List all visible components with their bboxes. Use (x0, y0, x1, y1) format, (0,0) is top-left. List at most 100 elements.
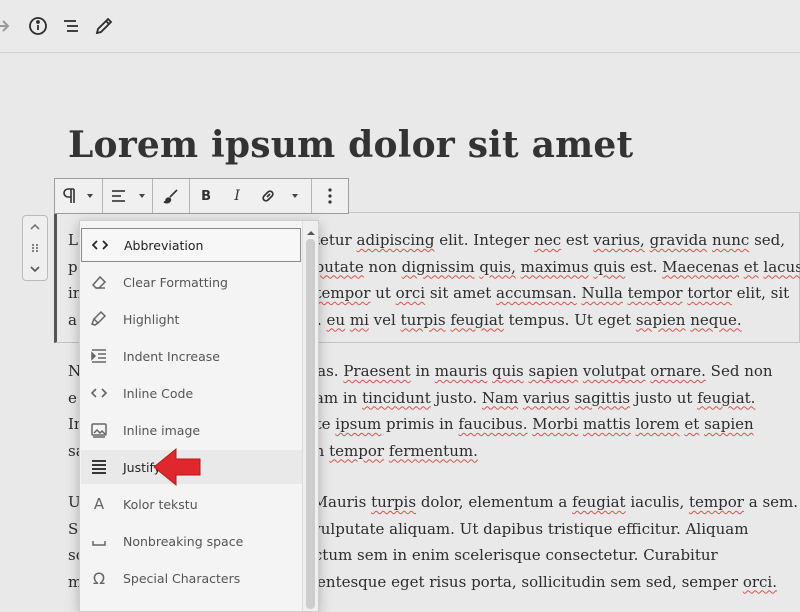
line-text: tempor ut orci sit amet accumsan. Nulla … (315, 284, 790, 302)
misspelled-word: turpis (371, 493, 417, 511)
dropdown-scrollbar[interactable] (302, 221, 318, 611)
misspelled-word: nec (534, 231, 562, 249)
format-dropdown-menu: Abbreviation Clear Formatting Highlight … (79, 220, 319, 612)
misspelled-word: lacus (763, 257, 800, 276)
misspelled-word: sagittis (574, 388, 631, 407)
misspelled-word: tempor (315, 284, 371, 302)
eraser-icon (89, 272, 109, 292)
italic-button[interactable]: I (222, 179, 252, 213)
misspelled-word: faucibus. (458, 415, 528, 433)
block-type-group (55, 179, 103, 213)
menu-item-label: Inline Code (123, 385, 194, 401)
line-text: n tempor fermentum. (314, 441, 478, 460)
misspelled-word: accumsan. (496, 284, 577, 302)
menu-item-abbreviation[interactable]: Abbreviation (81, 228, 301, 262)
menu-item-inline-code[interactable]: Inline Code (81, 376, 301, 410)
style-group (153, 179, 191, 213)
menu-item-label: Clear Formatting (123, 274, 228, 290)
misspelled-word: adipiscing (356, 231, 435, 249)
info-icon[interactable] (26, 14, 50, 38)
brush-icon[interactable] (155, 179, 187, 213)
misspelled-word: mi (349, 310, 369, 329)
misspelled-word: gravida (649, 231, 708, 249)
misspelled-word: sapien (704, 415, 754, 433)
misspelled-word: tortor (687, 284, 732, 302)
justify-icon (89, 457, 109, 477)
misspelled-word: quis, (479, 257, 516, 276)
line-text: . eu mi vel turpis feugiat tempus. Ut eg… (316, 310, 742, 329)
menu-item-clear-formatting[interactable]: Clear Formatting (81, 265, 301, 299)
misspelled-word: tempor (689, 493, 744, 511)
move-up-icon[interactable] (26, 218, 44, 236)
scroll-up-icon[interactable] (306, 223, 316, 235)
menu-item-label: Highlight (123, 311, 180, 327)
line-text: ictum sem in enim scelerisque consectetu… (309, 546, 718, 564)
indent-icon (89, 346, 109, 366)
misspelled-word: maximus (520, 257, 589, 276)
misspelled-word: mattis (583, 415, 631, 433)
menu-item-label: Nonbreaking space (123, 533, 244, 549)
menu-item-label: Indent Increase (123, 348, 220, 364)
bold-button[interactable]: B (190, 179, 222, 213)
block-mover (22, 215, 48, 281)
link-icon[interactable] (252, 179, 284, 213)
edit-icon[interactable] (92, 14, 116, 38)
menu-item-indent-increase[interactable]: Indent Increase (81, 339, 301, 373)
misspelled-word: et (743, 257, 759, 276)
more-options-icon[interactable] (313, 179, 347, 213)
misspelled-word: feugiat (572, 493, 626, 511)
drag-handle-icon[interactable] (26, 239, 44, 257)
line-text: Mauris turpis dolor, elementum a feugiat… (312, 493, 799, 511)
more-group (312, 179, 348, 213)
menu-item-nonbreaking-space[interactable]: Nonbreaking space (81, 524, 301, 558)
misspelled-word: mauris (434, 362, 488, 380)
line-text: as. Praesent in mauris quis sapien volut… (317, 362, 773, 380)
menu-item-inline-image[interactable]: Inline image (81, 413, 301, 447)
line-text: tetur adipiscing elit. Integer nec est v… (313, 231, 786, 249)
scrollbar-thumb[interactable] (306, 239, 315, 609)
misspelled-word: et (684, 415, 700, 433)
menu-item-label: Abbreviation (124, 237, 204, 253)
misspelled-word: Maecenas (662, 257, 739, 276)
misspelled-word: Nam (481, 388, 519, 407)
image-icon (89, 420, 109, 440)
chevron-down-icon[interactable] (83, 179, 97, 213)
align-group (103, 179, 154, 213)
misspelled-word: nunc (711, 231, 750, 249)
misspelled-word: Nulla (581, 284, 623, 302)
misspelled-word: orci. (742, 572, 777, 591)
move-down-icon[interactable] (26, 260, 44, 278)
line-text: am in tincidunt justo. Nam varius sagitt… (314, 388, 756, 407)
line-text: putate non dignissim quis, maximus quis … (315, 258, 800, 276)
misspelled-word: turpis (400, 310, 446, 329)
misspelled-word: orci (395, 284, 426, 302)
misspelled-word: quis (492, 362, 524, 380)
menu-item-label: Kolor tekstu (123, 496, 198, 512)
red-arrow-icon (153, 447, 201, 487)
misspelled-word: feugiat. (697, 388, 756, 407)
menu-item-special-characters[interactable]: Ω Special Characters (81, 561, 301, 595)
align-left-icon[interactable] (103, 179, 135, 213)
line-text: te ipsum primis in faucibus. Morbi matti… (315, 415, 754, 433)
misspelled-word: varius (522, 388, 570, 407)
chevron-down-icon[interactable] (135, 179, 149, 213)
chevron-down-icon[interactable] (284, 179, 306, 213)
misspelled-word: putate (314, 257, 364, 276)
format-group: B I (190, 179, 313, 213)
redo-icon[interactable] (0, 14, 14, 38)
misspelled-word: varius, (593, 231, 645, 249)
omega-icon: Ω (92, 568, 106, 588)
misspelled-word: Praesent (343, 362, 411, 380)
highlighter-icon (89, 309, 109, 329)
misspelled-word: sapien (635, 310, 686, 329)
code-icon (90, 235, 110, 255)
misspelled-word: Morbi (532, 415, 579, 433)
post-title[interactable]: Lorem ipsum dolor sit amet (68, 124, 633, 166)
misspelled-word: dignissim (401, 257, 475, 276)
outline-icon[interactable] (59, 14, 83, 38)
menu-item-kolor-tekstu[interactable]: A Kolor tekstu (81, 487, 301, 521)
menu-item-highlight[interactable]: Highlight (81, 302, 301, 336)
paragraph-icon[interactable] (55, 179, 83, 213)
line-text: vulputate aliquam. Ut dapibus tristique … (312, 519, 749, 538)
misspelled-word: tempor (627, 284, 683, 302)
